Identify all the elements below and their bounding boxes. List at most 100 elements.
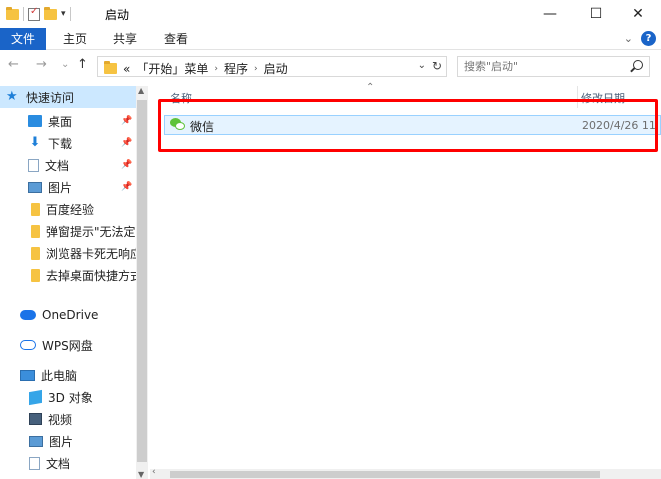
folder-icon bbox=[104, 61, 117, 74]
sidebar-item-documents[interactable]: 文档 📌 bbox=[0, 154, 136, 176]
sidebar-item-pc-pictures[interactable]: 图片 bbox=[0, 430, 136, 452]
desktop-icon bbox=[28, 115, 42, 127]
sidebar-item-label: 视频 bbox=[48, 412, 73, 427]
sidebar-item-label: WPS网盘 bbox=[42, 338, 93, 353]
sidebar-item-wps-cloud[interactable]: WPS网盘 bbox=[0, 334, 136, 356]
annotation-highlight-box bbox=[158, 99, 658, 152]
sidebar-item-label: 百度经验 bbox=[46, 202, 95, 217]
sidebar-item-browser-folder[interactable]: 浏览器卡死无响应 bbox=[0, 242, 136, 264]
up-button[interactable]: ↑ bbox=[77, 57, 88, 72]
scroll-left-icon[interactable]: ‹ bbox=[152, 467, 156, 477]
sidebar-item-pc-documents[interactable]: 文档 bbox=[0, 452, 136, 474]
sidebar-item-quick-access[interactable]: ★ 快速访问 bbox=[0, 86, 136, 108]
sidebar-item-label: 此电脑 bbox=[41, 368, 78, 383]
scroll-down-icon[interactable]: ▼ bbox=[138, 470, 144, 479]
breadcrumb-startup[interactable]: 启动 bbox=[264, 60, 288, 77]
pictures-icon bbox=[29, 435, 43, 447]
tab-view[interactable]: 查看 bbox=[156, 28, 196, 50]
qat-divider bbox=[69, 7, 71, 21]
breadcrumb: « 「开始」菜单 › 程序 › 启动 bbox=[104, 60, 288, 77]
nav-pane-scrollbar[interactable]: ▲ ▼ bbox=[136, 86, 148, 479]
chevron-right-icon[interactable]: › bbox=[254, 64, 258, 74]
pictures-icon bbox=[28, 181, 42, 193]
breadcrumb-programs[interactable]: 程序 bbox=[224, 60, 248, 77]
folder-icon bbox=[31, 246, 40, 260]
sidebar-item-label: 文档 bbox=[45, 158, 70, 173]
folder-icon bbox=[31, 202, 40, 216]
close-button[interactable]: ✕ bbox=[615, 0, 661, 28]
title-bar: ▾ 启动 — ☐ ✕ bbox=[0, 0, 661, 28]
sidebar-item-label: OneDrive bbox=[42, 308, 99, 322]
3d-objects-icon bbox=[29, 389, 42, 405]
sidebar-item-pictures[interactable]: 图片 📌 bbox=[0, 176, 136, 198]
download-icon: ⬇ bbox=[29, 135, 41, 150]
sidebar-item-label: 3D 对象 bbox=[48, 390, 93, 405]
wps-cloud-icon bbox=[20, 340, 36, 350]
breadcrumb-start-menu[interactable]: 「开始」菜单 bbox=[136, 60, 208, 77]
sidebar-item-label: 图片 bbox=[49, 434, 74, 449]
document-icon bbox=[29, 456, 40, 470]
maximize-button[interactable]: ☐ bbox=[573, 0, 619, 28]
qat-divider bbox=[23, 7, 24, 21]
sidebar-item-label: 浏览器卡死无响应 bbox=[46, 246, 136, 261]
horizontal-scrollbar[interactable]: ‹ bbox=[150, 467, 661, 479]
folder-icon bbox=[31, 268, 40, 282]
sidebar-item-desktop[interactable]: 桌面 📌 bbox=[0, 110, 136, 132]
expand-ribbon-icon[interactable]: ⌄ bbox=[624, 32, 633, 45]
folder-icon bbox=[31, 224, 40, 238]
search-input[interactable] bbox=[464, 59, 624, 74]
forward-button[interactable]: → bbox=[36, 57, 47, 72]
sidebar-item-label: 图片 bbox=[48, 180, 73, 195]
refresh-icon[interactable]: ↻ bbox=[432, 59, 442, 73]
document-icon bbox=[28, 158, 39, 172]
sidebar-item-onedrive[interactable]: OneDrive bbox=[0, 304, 136, 326]
sidebar-item-label: 文档 bbox=[46, 456, 71, 471]
properties-icon[interactable] bbox=[28, 6, 40, 21]
minimize-button[interactable]: — bbox=[527, 0, 573, 28]
sidebar-item-shortcut-folder[interactable]: 去掉桌面快捷方式 bbox=[0, 264, 136, 286]
pin-icon[interactable]: 📌 bbox=[121, 138, 132, 148]
folder-icon bbox=[6, 6, 19, 20]
breadcrumb-overflow[interactable]: « bbox=[123, 62, 130, 76]
window-title: 启动 bbox=[105, 8, 130, 22]
pin-icon[interactable]: 📌 bbox=[121, 116, 132, 126]
sidebar-item-label: 弹窗提示"无法定 bbox=[46, 224, 136, 239]
search-icon[interactable] bbox=[633, 60, 643, 70]
pin-icon[interactable]: 📌 bbox=[121, 160, 132, 170]
chevron-right-icon[interactable]: › bbox=[214, 64, 218, 74]
sidebar-item-this-pc[interactable]: 此电脑 bbox=[0, 364, 136, 386]
sidebar-item-popup-folder[interactable]: 弹窗提示"无法定 bbox=[0, 220, 136, 242]
address-bar[interactable]: « 「开始」菜单 › 程序 › 启动 ⌄ ↻ bbox=[97, 56, 447, 77]
sort-ascending-icon: ⌃ bbox=[366, 82, 375, 93]
file-list: ⌃ 名称 修改日期 微信 2020/4/26 11 bbox=[150, 82, 661, 479]
sidebar-item-label: 下载 bbox=[48, 136, 73, 151]
search-box[interactable] bbox=[457, 56, 650, 77]
address-dropdown-icon[interactable]: ⌄ bbox=[418, 60, 426, 71]
scrollbar-thumb[interactable] bbox=[170, 471, 600, 478]
address-row: ← → ⌄ ↑ « 「开始」菜单 › 程序 › 启动 ⌄ ↻ bbox=[0, 53, 661, 81]
sidebar-item-baidu[interactable]: 百度经验 bbox=[0, 198, 136, 220]
scroll-up-icon[interactable]: ▲ bbox=[138, 86, 144, 95]
recent-locations-button[interactable]: ⌄ bbox=[61, 59, 69, 70]
sidebar-item-label: 去掉桌面快捷方式 bbox=[46, 268, 136, 283]
ribbon-tabs: 文件 主页 共享 查看 ⌄ ? bbox=[0, 28, 661, 50]
navigation-pane: ★ 快速访问 桌面 📌 ⬇ 下载 📌 文档 📌 图片 📌 百度经验 弹窗提示"无… bbox=[0, 86, 136, 479]
customize-qat-icon[interactable]: ▾ bbox=[61, 9, 66, 19]
tab-home[interactable]: 主页 bbox=[55, 28, 95, 50]
back-button[interactable]: ← bbox=[8, 57, 19, 72]
sidebar-item-downloads[interactable]: ⬇ 下载 📌 bbox=[0, 132, 136, 154]
video-icon bbox=[29, 413, 42, 425]
help-icon[interactable]: ? bbox=[641, 31, 656, 46]
new-folder-icon[interactable] bbox=[44, 6, 57, 20]
sidebar-item-label: 桌面 bbox=[48, 114, 73, 129]
sidebar-item-label: 快速访问 bbox=[26, 90, 75, 105]
pin-icon[interactable]: 📌 bbox=[121, 182, 132, 192]
tab-share[interactable]: 共享 bbox=[105, 28, 145, 50]
onedrive-icon bbox=[20, 310, 36, 320]
sidebar-item-3d-objects[interactable]: 3D 对象 bbox=[0, 386, 136, 408]
tab-file[interactable]: 文件 bbox=[0, 28, 46, 50]
sidebar-item-video[interactable]: 视频 bbox=[0, 408, 136, 430]
star-icon: ★ bbox=[6, 89, 18, 104]
scrollbar-thumb[interactable] bbox=[137, 100, 147, 462]
quick-access-toolbar: ▾ bbox=[6, 6, 71, 22]
